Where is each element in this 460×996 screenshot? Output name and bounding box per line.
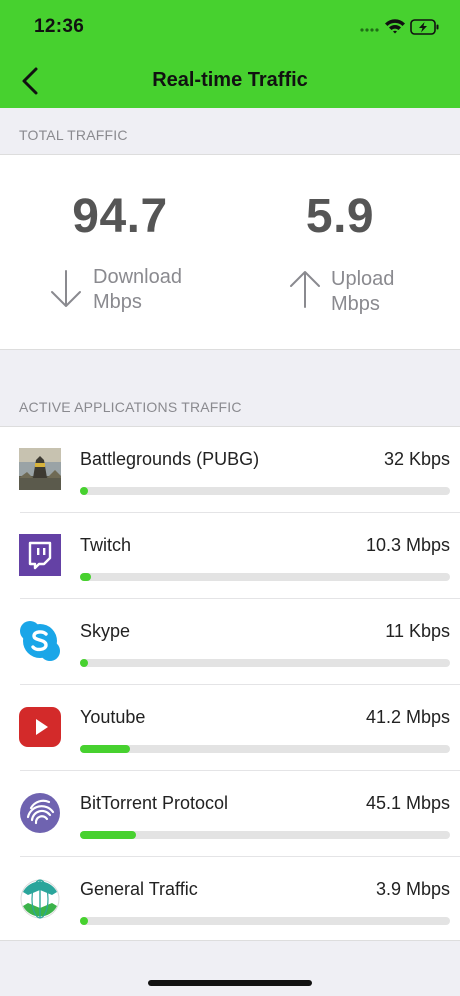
total-traffic-card: 94.7 Download Mbps 5.9 Upload Mbps (0, 154, 460, 350)
traffic-bar (80, 659, 450, 667)
traffic-bar (80, 745, 450, 753)
upload-value: 5.9 (305, 190, 375, 243)
globe-icon (20, 879, 60, 919)
app-name: Battlegrounds (PUBG) (80, 449, 260, 469)
traffic-bar-fill (80, 917, 89, 925)
app-rate: 45.1 Mbps (365, 793, 450, 813)
upload-stat: 5.9 Upload Mbps (225, 155, 455, 351)
download-label-line1: Download (93, 266, 182, 288)
app-rate: 41.2 Mbps (365, 707, 450, 727)
traffic-bar (80, 831, 450, 839)
bittorrent-icon (20, 793, 60, 833)
download-value: 94.7 (72, 190, 168, 243)
app-name: Youtube (80, 707, 146, 727)
youtube-icon (19, 707, 61, 747)
status-time: 12:36 (34, 16, 85, 37)
pubg-icon (19, 448, 61, 490)
apps-traffic-list: Battlegrounds (PUBG) 32 Kbps Twitch 10.3… (0, 426, 460, 941)
app-rate: 3.9 Mbps (375, 879, 450, 899)
app-name: BitTorrent Protocol (80, 793, 229, 813)
app-name: Skype (80, 621, 131, 641)
traffic-bar (80, 917, 450, 925)
list-item-bittorrent[interactable]: BitTorrent Protocol 45.1 Mbps (0, 771, 460, 857)
apps-traffic-section-header: ACTIVE APPLICATIONS TRAFFIC (19, 399, 242, 415)
app-rate: 10.3 Mbps (365, 535, 450, 555)
cellular-signal-icon (360, 28, 379, 32)
traffic-bar-fill (80, 831, 136, 839)
traffic-bar-fill (80, 745, 130, 753)
download-arrow-icon (51, 270, 81, 307)
upload-arrow-icon (290, 271, 320, 308)
status-bar: 12:36 (0, 0, 460, 56)
list-item-skype[interactable]: Skype 11 Kbps (0, 599, 460, 685)
traffic-bar (80, 487, 450, 495)
wifi-icon (385, 19, 405, 34)
app-rate: 11 Kbps (385, 621, 450, 641)
upload-label-line1: Upload (331, 268, 395, 290)
app-header: 12:36 Real-time Traffic (0, 0, 460, 108)
traffic-bar (80, 573, 450, 581)
navigation-bar: Real-time Traffic (0, 56, 460, 108)
traffic-bar-fill (80, 487, 89, 495)
list-item-pubg[interactable]: Battlegrounds (PUBG) 32 Kbps (0, 427, 460, 513)
download-label: Download Mbps (93, 265, 182, 315)
twitch-icon (19, 534, 61, 576)
home-indicator (148, 980, 312, 986)
page-title: Real-time Traffic (152, 69, 308, 91)
download-label-unit: Mbps (93, 291, 142, 313)
traffic-bar-fill (80, 573, 92, 581)
download-stat: 94.7 Download Mbps (5, 155, 235, 351)
list-item-twitch[interactable]: Twitch 10.3 Mbps (0, 513, 460, 599)
app-name: General Traffic (80, 879, 198, 899)
list-item-youtube[interactable]: Youtube 41.2 Mbps (0, 685, 460, 771)
upload-label-unit: Mbps (331, 293, 380, 315)
skype-icon (20, 621, 60, 661)
app-name: Twitch (80, 535, 132, 555)
list-item-general-traffic[interactable]: General Traffic 3.9 Mbps (0, 857, 460, 941)
upload-label: Upload Mbps (331, 267, 394, 317)
traffic-bar-fill (80, 659, 89, 667)
app-rate: 32 Kbps (383, 449, 450, 469)
battery-charging-icon (410, 19, 439, 35)
total-traffic-section-header: TOTAL TRAFFIC (19, 127, 128, 143)
